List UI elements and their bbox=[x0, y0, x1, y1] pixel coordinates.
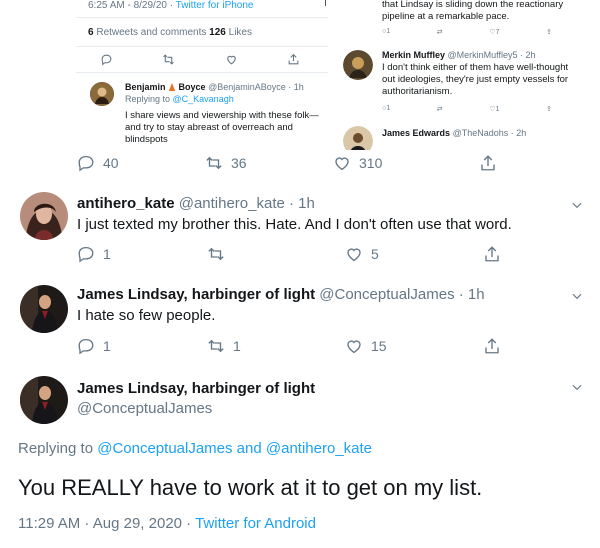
main-author-handle[interactable]: @ConceptualJames bbox=[77, 400, 212, 418]
retweet-button[interactable]: 1 bbox=[207, 337, 345, 355]
embed-left-column: 6:25 AM - 8/29/20 · Twitter for iPhone 6… bbox=[76, 0, 330, 150]
embed-reply-header: Benjamin Boyce @BenjaminABoyce · 1h bbox=[125, 82, 304, 92]
fire-icon bbox=[168, 83, 176, 91]
retweet-button[interactable] bbox=[207, 245, 345, 263]
share-icon bbox=[288, 53, 299, 65]
like-button[interactable]: 15 bbox=[345, 337, 483, 355]
embed-reply-text: I share views and viewership with these … bbox=[125, 110, 319, 145]
like-icon bbox=[347, 340, 361, 354]
reply-icon bbox=[101, 54, 112, 66]
embed-tweet-actions: 40 36 310 bbox=[77, 154, 497, 172]
embedded-screenshot: 6:25 AM - 8/29/20 · Twitter for iPhone 6… bbox=[76, 0, 580, 150]
retweet-icon: ⇄ bbox=[436, 106, 443, 113]
share-icon: ⇪ bbox=[546, 106, 552, 113]
reply-count: ○1 bbox=[382, 105, 391, 112]
share-button[interactable] bbox=[483, 337, 501, 355]
reply-icon bbox=[78, 338, 94, 355]
author-name[interactable]: antihero_kate bbox=[77, 195, 175, 212]
like-icon bbox=[335, 157, 349, 171]
like-icon bbox=[226, 55, 236, 65]
tweet-text: I just texted my brother this. Hate. And… bbox=[77, 216, 512, 233]
embed-merkin-header: Merkin Muffley @MerkinMuffley5 · 2h bbox=[382, 50, 536, 60]
embed-replying-to: Replying to @C_Kavanagh bbox=[125, 94, 234, 104]
source-link[interactable]: Twitter for Android bbox=[195, 515, 316, 532]
avatar[interactable] bbox=[20, 376, 68, 424]
reply-icon bbox=[78, 155, 94, 172]
embed-meta: 6:25 AM - 8/29/20 · Twitter for iPhone bbox=[88, 0, 254, 11]
embed-right-top-actions: ○1 ⇄ ♡7 ⇪ bbox=[382, 28, 552, 36]
retweet-button[interactable]: 36 bbox=[205, 154, 333, 172]
like-icon bbox=[347, 248, 361, 262]
main-author-name[interactable]: James Lindsay, harbinger of light bbox=[77, 380, 315, 398]
like-button[interactable]: 310 bbox=[333, 154, 479, 172]
embed-divider bbox=[76, 46, 328, 47]
like-count: ♡7 bbox=[489, 29, 500, 36]
reply-button[interactable]: 1 bbox=[77, 245, 207, 263]
share-icon bbox=[485, 246, 499, 262]
avatar[interactable] bbox=[20, 192, 68, 240]
share-button[interactable] bbox=[479, 154, 497, 172]
reply-count: ○1 bbox=[382, 28, 391, 35]
tweet-header: James Lindsay, harbinger of light @Conce… bbox=[77, 286, 485, 304]
tweet-actions: 1 1 15 bbox=[77, 337, 501, 355]
timestamp-link[interactable]: 11:29 AM · Aug 29, 2020 bbox=[18, 515, 182, 532]
author-name[interactable]: James Lindsay, harbinger of light bbox=[77, 286, 315, 303]
mention-link[interactable]: @ConceptualJames bbox=[97, 440, 232, 457]
retweet-icon bbox=[208, 339, 224, 353]
embed-column-divider bbox=[325, 0, 326, 6]
avatar bbox=[343, 126, 373, 150]
tweet-timestamp: 11:29 AM · Aug 29, 2020 · Twitter for An… bbox=[18, 515, 316, 532]
embed-james-header: James Edwards @TheNadohs · 2h bbox=[382, 128, 527, 138]
embed-right-top-text: that Lindsay is sliding down the reactio… bbox=[382, 0, 564, 22]
reply-button[interactable]: 1 bbox=[77, 337, 207, 355]
avatar bbox=[343, 50, 373, 80]
share-icon bbox=[481, 155, 495, 171]
embed-right-column: that Lindsay is sliding down the reactio… bbox=[343, 0, 580, 150]
tweet-header: antihero_kate @antihero_kate · 1h bbox=[77, 195, 315, 213]
embed-source: Twitter for iPhone bbox=[175, 0, 254, 11]
reply-button[interactable]: 40 bbox=[77, 154, 205, 172]
embed-divider bbox=[76, 17, 328, 18]
embed-merkin-actions: ○1 ⇄ ♡1 ⇪ bbox=[382, 105, 552, 113]
avatar bbox=[90, 82, 114, 106]
handle-time: @ConceptualJames · 1h bbox=[315, 286, 485, 303]
embed-merkin-text: I don't think either of them have well-t… bbox=[382, 62, 569, 97]
like-count: ♡1 bbox=[489, 106, 500, 113]
avatar[interactable] bbox=[20, 285, 68, 333]
embed-divider bbox=[76, 72, 328, 73]
retweet-icon: ⇄ bbox=[436, 29, 443, 36]
chevron-down-icon[interactable] bbox=[570, 380, 584, 394]
share-icon bbox=[485, 338, 499, 354]
like-button[interactable]: 5 bbox=[345, 245, 483, 263]
retweet-icon bbox=[206, 156, 222, 170]
tweet-actions: 1 5 bbox=[77, 245, 501, 263]
handle-time: @antihero_kate · 1h bbox=[174, 195, 315, 212]
share-button[interactable] bbox=[483, 245, 501, 263]
reply-icon bbox=[78, 246, 94, 263]
retweet-icon bbox=[163, 54, 175, 65]
retweet-icon bbox=[208, 247, 224, 261]
embed-reply-name: Benjamin bbox=[125, 82, 166, 92]
embed-action-bar bbox=[100, 53, 300, 66]
mention-link[interactable]: @antihero_kate bbox=[266, 440, 372, 457]
main-tweet-text: You REALLY have to work at it to get on … bbox=[18, 475, 483, 500]
chevron-down-icon[interactable] bbox=[570, 198, 584, 212]
tweet-text: I hate so few people. bbox=[77, 307, 216, 324]
embed-counts: 6 Retweets and comments 126 Likes bbox=[88, 27, 252, 38]
replying-to: Replying to @ConceptualJames and @antihe… bbox=[18, 440, 373, 457]
share-icon: ⇪ bbox=[546, 29, 552, 36]
chevron-down-icon[interactable] bbox=[570, 289, 584, 303]
embed-time: 6:25 AM - 8/29/20 bbox=[88, 0, 167, 11]
